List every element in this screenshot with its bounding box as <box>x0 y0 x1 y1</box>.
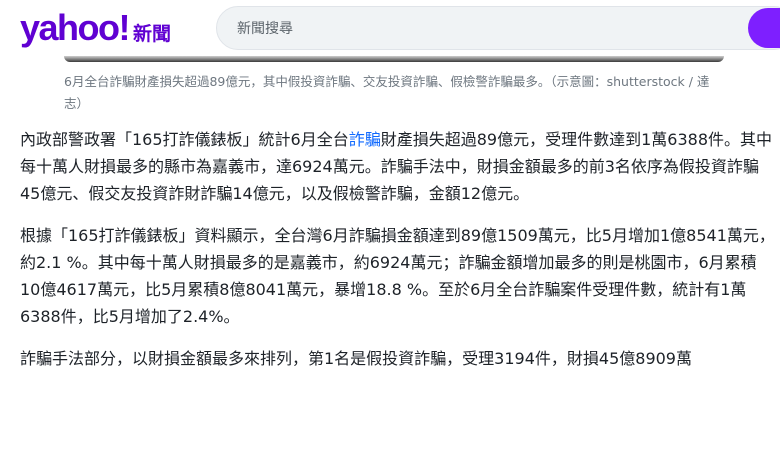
article-image <box>64 56 724 62</box>
yahoo-logo-text: yahoo! <box>20 7 131 48</box>
article-paragraph-3: 詐騙手法部分，以財損金額最多來排列，第1名是假投資詐騙，受理3194件，財損45… <box>20 349 692 368</box>
search-box[interactable] <box>216 6 780 51</box>
yahoo-news-logo[interactable]: yahoo! 新聞 <box>20 6 171 50</box>
article-body: 內政部警政署「165打詐儀錶板」統計6月全台詐騙財產損失超過89億元，受理件數達… <box>20 126 775 387</box>
paragraph-1-text-start: 內政部警政署「165打詐儀錶板」統計6月全台 <box>20 130 349 149</box>
news-section-label: 新聞 <box>133 23 172 45</box>
image-caption: 6月全台詐騙財產損失超過89億元，其中假投資詐騙、交友投資詐騙、假檢警詐騙最多。… <box>64 74 710 111</box>
search-input[interactable] <box>235 7 719 51</box>
article-paragraph-2: 根據「165打詐儀錶板」資料顯示，全台灣6月詐騙損金額達到89億1509萬元，比… <box>20 226 775 326</box>
fraud-keyword-link[interactable]: 詐騙 <box>349 130 381 149</box>
search-button[interactable] <box>748 8 780 48</box>
article-paragraph-1: 內政部警政署「165打詐儀錶板」統計6月全台詐騙財產損失超過89億元，受理件數達… <box>20 126 775 207</box>
site-header: yahoo! 新聞 <box>0 0 780 62</box>
